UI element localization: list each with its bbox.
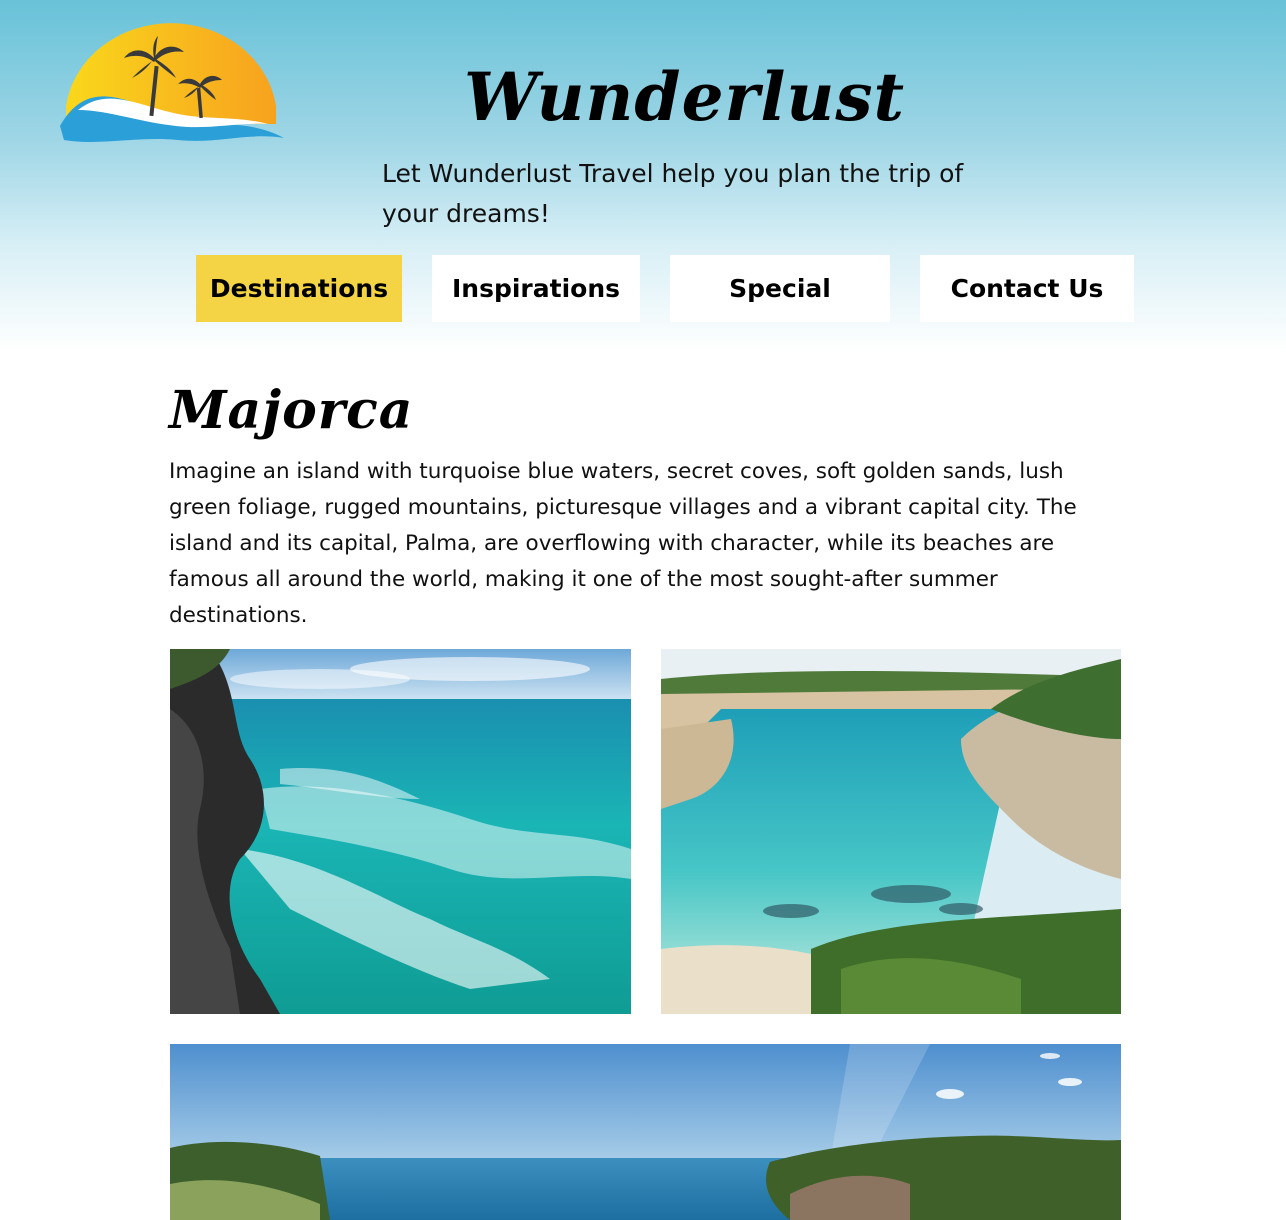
site-title: Wunderlust [464,58,906,136]
nav-inspirations[interactable]: Inspirations [432,255,640,322]
photo-cove-beach [661,649,1121,1014]
nav-contact-us[interactable]: Contact Us [920,255,1134,322]
photo-turquoise-waves [170,649,631,1014]
page-title: Majorca [169,380,414,441]
intro-paragraph: Imagine an island with turquoise blue wa… [169,459,1077,628]
sunset-palm-wave-logo[interactable] [58,6,286,146]
main-content: Majorca Imagine an island with turquoise… [169,372,1121,634]
site-tagline: Let Wunderlust Travel help you plan the … [382,159,964,228]
photo-coastal-panorama [170,1044,1121,1220]
nav-special[interactable]: Special [670,255,890,322]
nav-destinations[interactable]: Destinations [196,255,402,322]
site-header: Wunderlust Let Wunderlust Travel help yo… [0,0,1286,352]
